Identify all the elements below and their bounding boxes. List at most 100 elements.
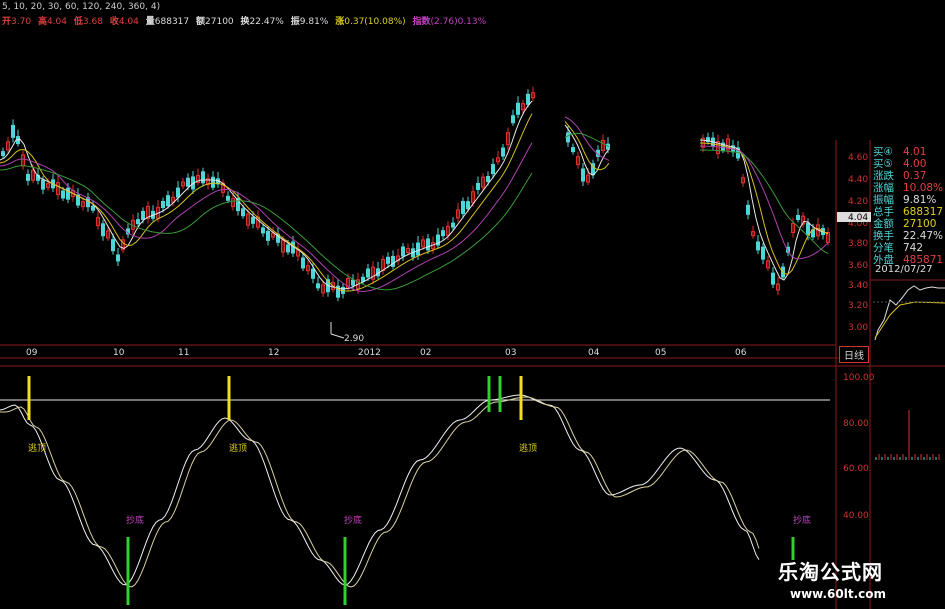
price-tick-label: 3.00 [848,323,868,333]
candle-body [756,241,760,251]
price-tick-label: 4.60 [848,153,868,163]
candle-body [41,179,45,190]
osc-line-slow [0,396,760,588]
candle-body [461,200,465,214]
candle-body [501,147,505,157]
candle-body [226,195,230,201]
candle-body [116,254,120,262]
price-tick-label: 3.60 [848,261,868,271]
month-label: 06 [735,348,747,358]
price-tick-label: 3.40 [848,281,868,291]
candlestick-series [1,86,830,302]
candle-body [491,164,495,175]
candle-body [266,230,270,241]
bottom-buy-label: 抄底 [126,516,145,526]
escape-top-label: 逃顶 [28,444,47,454]
candle-body [26,173,30,181]
candle-body [566,132,570,143]
moving-average-lines [0,100,829,293]
candle-body [351,279,355,286]
month-label: 11 [178,348,189,358]
osc-tick-label: 80.00 [843,419,869,429]
candle-body [161,200,165,208]
candle-body [101,223,105,237]
month-label: 10 [113,348,125,358]
escape-top-label: 逃顶 [229,444,248,454]
watermark-url: www.60lt.com [790,587,887,601]
candle-body [66,187,70,200]
price-tick-label: 4.20 [848,197,868,207]
price-tick-label: 4.40 [848,175,868,185]
candle-body [391,255,395,267]
ma-line-white [0,100,829,290]
candle-body [571,147,575,153]
month-label: 02 [420,348,431,358]
candle-body [286,244,290,253]
candle-body [366,268,370,278]
candle-body [516,102,520,115]
candle-body [361,276,365,282]
month-label: 09 [26,348,38,358]
candle-body [166,195,170,207]
candle-body [771,272,775,285]
price-tick-label: 3.20 [848,301,868,311]
candle-body [401,246,405,257]
month-label: 05 [655,348,666,358]
period-daily-button[interactable]: 日线 [839,346,869,363]
ma-line-green [0,132,829,291]
watermark-name: 乐淘公式网 [778,560,883,584]
quote-date: 2012/07/27 [875,264,933,275]
candle-body [186,177,190,187]
candle-body [761,246,765,260]
osc-tick-label: 60.00 [843,464,869,474]
candle-body [466,201,470,210]
signal-bars [27,376,795,605]
intraday-price-line [874,285,945,341]
low-annotation: 2.90 [344,334,364,344]
month-label: 03 [505,348,516,358]
candle-body [416,242,420,256]
candle-body [386,256,390,264]
candle-body [476,182,480,190]
candle-body [61,190,65,199]
price-tick-label: 3.80 [848,239,868,249]
bottom-buy-label: 抄底 [793,516,812,526]
candle-body [451,222,455,228]
intraday-mini-chart [873,285,945,460]
month-label: 04 [588,348,600,358]
candle-body [581,168,585,182]
candle-body [136,219,140,225]
month-label: 2012 [358,348,381,358]
candle-body [261,227,265,234]
osc-tick-label: 40.00 [843,511,869,521]
candle-body [796,215,800,221]
candle-body [511,115,515,124]
bottom-buy-label: 抄底 [344,516,363,526]
candle-body [251,216,255,224]
current-price-marker: 4.04 [848,213,868,223]
low-marker-line [330,333,345,339]
candle-body [426,238,430,251]
candle-body [211,176,215,188]
candle-body [526,93,530,105]
candle-body [486,175,490,182]
candle-body [311,268,315,279]
escape-top-label: 逃顶 [519,444,538,454]
candle-body [441,230,445,237]
candle-body [1,151,5,157]
stock-chart-window: { "header": { "ma_params": "5, 10, 20, 3… [0,0,945,609]
candle-body [746,204,750,215]
candle-body [316,283,320,289]
osc-tick-label: 100.00 [843,373,875,383]
price-axis: 4.60 4.40 4.20 4.00 3.80 3.60 3.40 3.20 … [837,153,871,333]
candle-body [176,187,180,198]
oscillator-lines [0,394,760,588]
month-label: 12 [268,348,279,358]
candle-body [111,239,115,252]
candle-body [201,171,205,184]
candle-body [301,257,305,269]
candle-body [241,208,245,217]
osc-line-fast [0,394,760,586]
candle-body [11,124,15,138]
x-axis-months: 09 10 11 12 2012 02 03 04 05 06 [26,348,747,358]
